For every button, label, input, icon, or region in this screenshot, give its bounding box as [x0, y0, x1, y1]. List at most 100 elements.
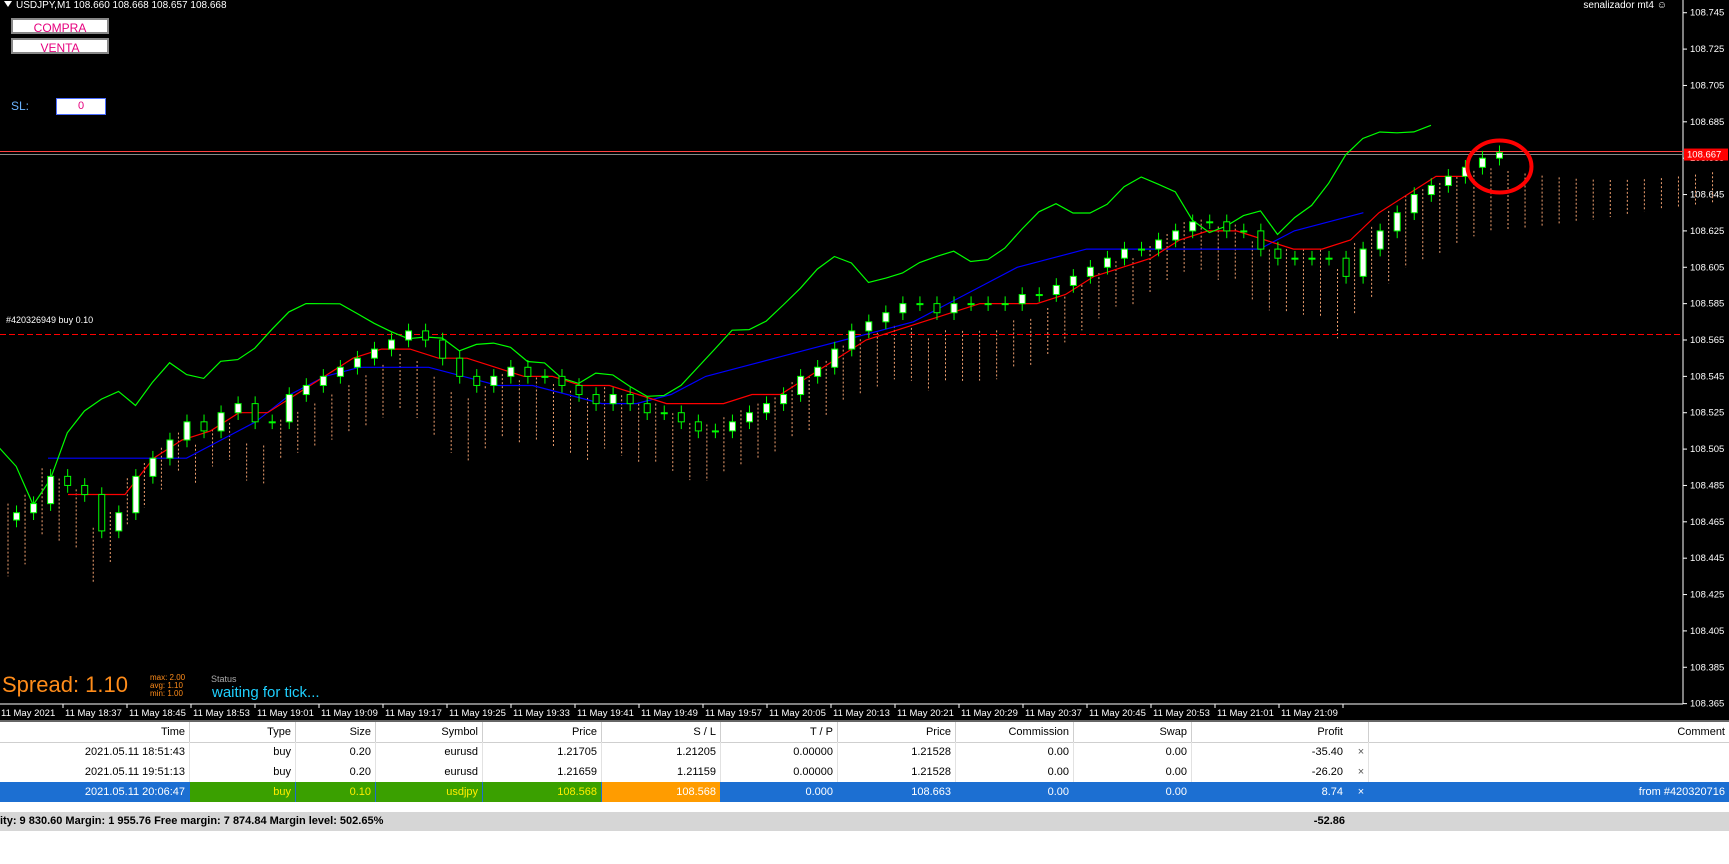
cell-sl: 1.21159: [602, 762, 721, 782]
time-tick-label: 11 May 19:33: [513, 708, 570, 719]
candle-body: [933, 303, 941, 314]
candle-body: [456, 357, 464, 377]
candle-body: [132, 475, 140, 514]
candle-body: [558, 375, 566, 386]
cell-symbol: usdjpy: [376, 782, 483, 802]
candle-body: [677, 412, 685, 423]
candle-body: [643, 403, 651, 414]
time-tick-label: 11 May 20:53: [1153, 708, 1210, 719]
cell-sl: 1.21205: [602, 742, 721, 762]
chikou-span-line: [0, 124, 1432, 507]
candle-body: [711, 430, 719, 433]
price-tick-label: 108.545: [1690, 371, 1724, 382]
candle-body: [370, 348, 378, 359]
candle-body: [388, 339, 396, 350]
column-header-commission[interactable]: Commission: [956, 722, 1074, 742]
sell-button[interactable]: VENTA: [11, 38, 109, 55]
chart-header-text: USDJPY,M1 108.660 108.668 108.657 108.66…: [16, 0, 227, 11]
account-summary: ity: 9 830.60 Margin: 1 955.76 Free marg…: [0, 815, 384, 827]
column-header-symbol[interactable]: Symbol: [376, 722, 483, 742]
candle-body: [1172, 230, 1180, 241]
cell-size: 0.10: [296, 782, 376, 802]
candle-body: [319, 375, 327, 386]
status-label: Status: [211, 674, 237, 684]
close-position-icon[interactable]: ×: [1355, 782, 1367, 802]
cell-profit: 8.74: [1192, 782, 1369, 802]
candle-body: [98, 494, 106, 532]
order-line-label: #420326949 buy 0.10: [6, 315, 94, 325]
candle-body: [967, 303, 975, 306]
candle-body: [1325, 257, 1333, 260]
column-header-type[interactable]: Type: [190, 722, 296, 742]
column-header-sl[interactable]: S / L: [602, 722, 721, 742]
cell-swap: 0.00: [1074, 782, 1192, 802]
column-header-price[interactable]: Price: [483, 722, 602, 742]
candle-body: [882, 312, 890, 323]
candle-body: [1103, 257, 1111, 268]
cell-type: buy: [190, 782, 296, 802]
candle-body: [1120, 248, 1128, 259]
cell-tp: 0.00000: [721, 762, 838, 782]
candle-body: [626, 394, 634, 405]
price-tick-label: 108.745: [1690, 8, 1724, 19]
price-tick-label: 108.705: [1690, 80, 1724, 91]
position-row[interactable]: 2021.05.11 19:51:13 buy 0.20 eurusd 1.21659 1…: [0, 762, 1729, 782]
buy-button[interactable]: COMPRA: [11, 18, 109, 35]
column-header-swap[interactable]: Swap: [1074, 722, 1192, 742]
cell-commission: 0.00: [956, 782, 1074, 802]
column-header-time[interactable]: Time: [0, 722, 190, 742]
time-tick-label: 11 May 18:45: [129, 708, 186, 719]
cell-swap: 0.00: [1074, 762, 1192, 782]
cell-profit: -35.40: [1192, 742, 1369, 762]
time-tick-label: 11 May 18:37: [65, 708, 122, 719]
column-header-comment[interactable]: Comment: [1369, 722, 1729, 742]
candle-body: [1478, 157, 1486, 168]
time-tick-label: 11 May 21:01: [1217, 708, 1274, 719]
candle-body: [831, 348, 839, 368]
candle-body: [1444, 175, 1452, 186]
column-header-size[interactable]: Size: [296, 722, 376, 742]
price-tick-label: 108.625: [1690, 226, 1724, 237]
chart-window[interactable]: 108.745108.725108.705108.685108.665108.6…: [0, 0, 1729, 720]
cell-tp: 0.000: [721, 782, 838, 802]
dropdown-triangle-icon[interactable]: [4, 1, 12, 7]
stop-loss-input[interactable]: 0: [56, 98, 106, 115]
candle-body: [1052, 284, 1060, 296]
price-tick-label: 108.365: [1690, 699, 1724, 710]
expert-advisor-label: senalizador mt4: [1583, 0, 1654, 11]
candle-body: [439, 339, 447, 359]
candle-body: [728, 421, 736, 432]
position-row[interactable]: 2021.05.11 18:51:43 buy 0.20 eurusd 1.21705 1…: [0, 742, 1729, 762]
price-tick-label: 108.725: [1690, 44, 1724, 55]
time-tick-label: 11 May 20:45: [1089, 708, 1146, 719]
cell-price: 108.568: [483, 782, 602, 802]
cell-type: buy: [190, 762, 296, 782]
time-tick-label: 11 May 20:13: [833, 708, 890, 719]
candle-body: [1138, 248, 1146, 251]
candle-body: [64, 475, 72, 486]
cell-price: 1.21659: [483, 762, 602, 782]
candle-body: [285, 394, 293, 423]
column-header-profit[interactable]: Profit: [1192, 722, 1369, 742]
time-tick-label: 11 May 19:17: [385, 708, 442, 719]
close-position-icon[interactable]: ×: [1355, 762, 1367, 782]
column-header-tp[interactable]: T / P: [721, 722, 838, 742]
price-chart[interactable]: 108.745108.725108.705108.685108.665108.6…: [0, 0, 1729, 720]
candle-body: [1342, 257, 1350, 277]
position-row[interactable]: 2021.05.11 20:06:47 buy 0.10 usdjpy 108.568 1…: [0, 782, 1729, 802]
price-tick-label: 108.605: [1690, 262, 1724, 273]
time-tick-label: 11 May 19:41: [577, 708, 634, 719]
time-tick-label: 11 May 20:05: [769, 708, 826, 719]
candle-body: [592, 394, 600, 405]
price-tick-label: 108.445: [1690, 553, 1724, 564]
candle-body: [234, 403, 242, 414]
cell-comment: [1369, 742, 1729, 762]
column-header-current-price[interactable]: Price: [838, 722, 956, 742]
price-tick-label: 108.525: [1690, 408, 1724, 419]
cell-tp: 0.00000: [721, 742, 838, 762]
expert-advisor-name: senalizador mt4 ☺: [1583, 0, 1667, 11]
close-position-icon[interactable]: ×: [1355, 742, 1367, 762]
smiley-icon: ☺: [1656, 0, 1667, 11]
candle-body: [183, 421, 191, 441]
candle-body: [916, 303, 924, 306]
